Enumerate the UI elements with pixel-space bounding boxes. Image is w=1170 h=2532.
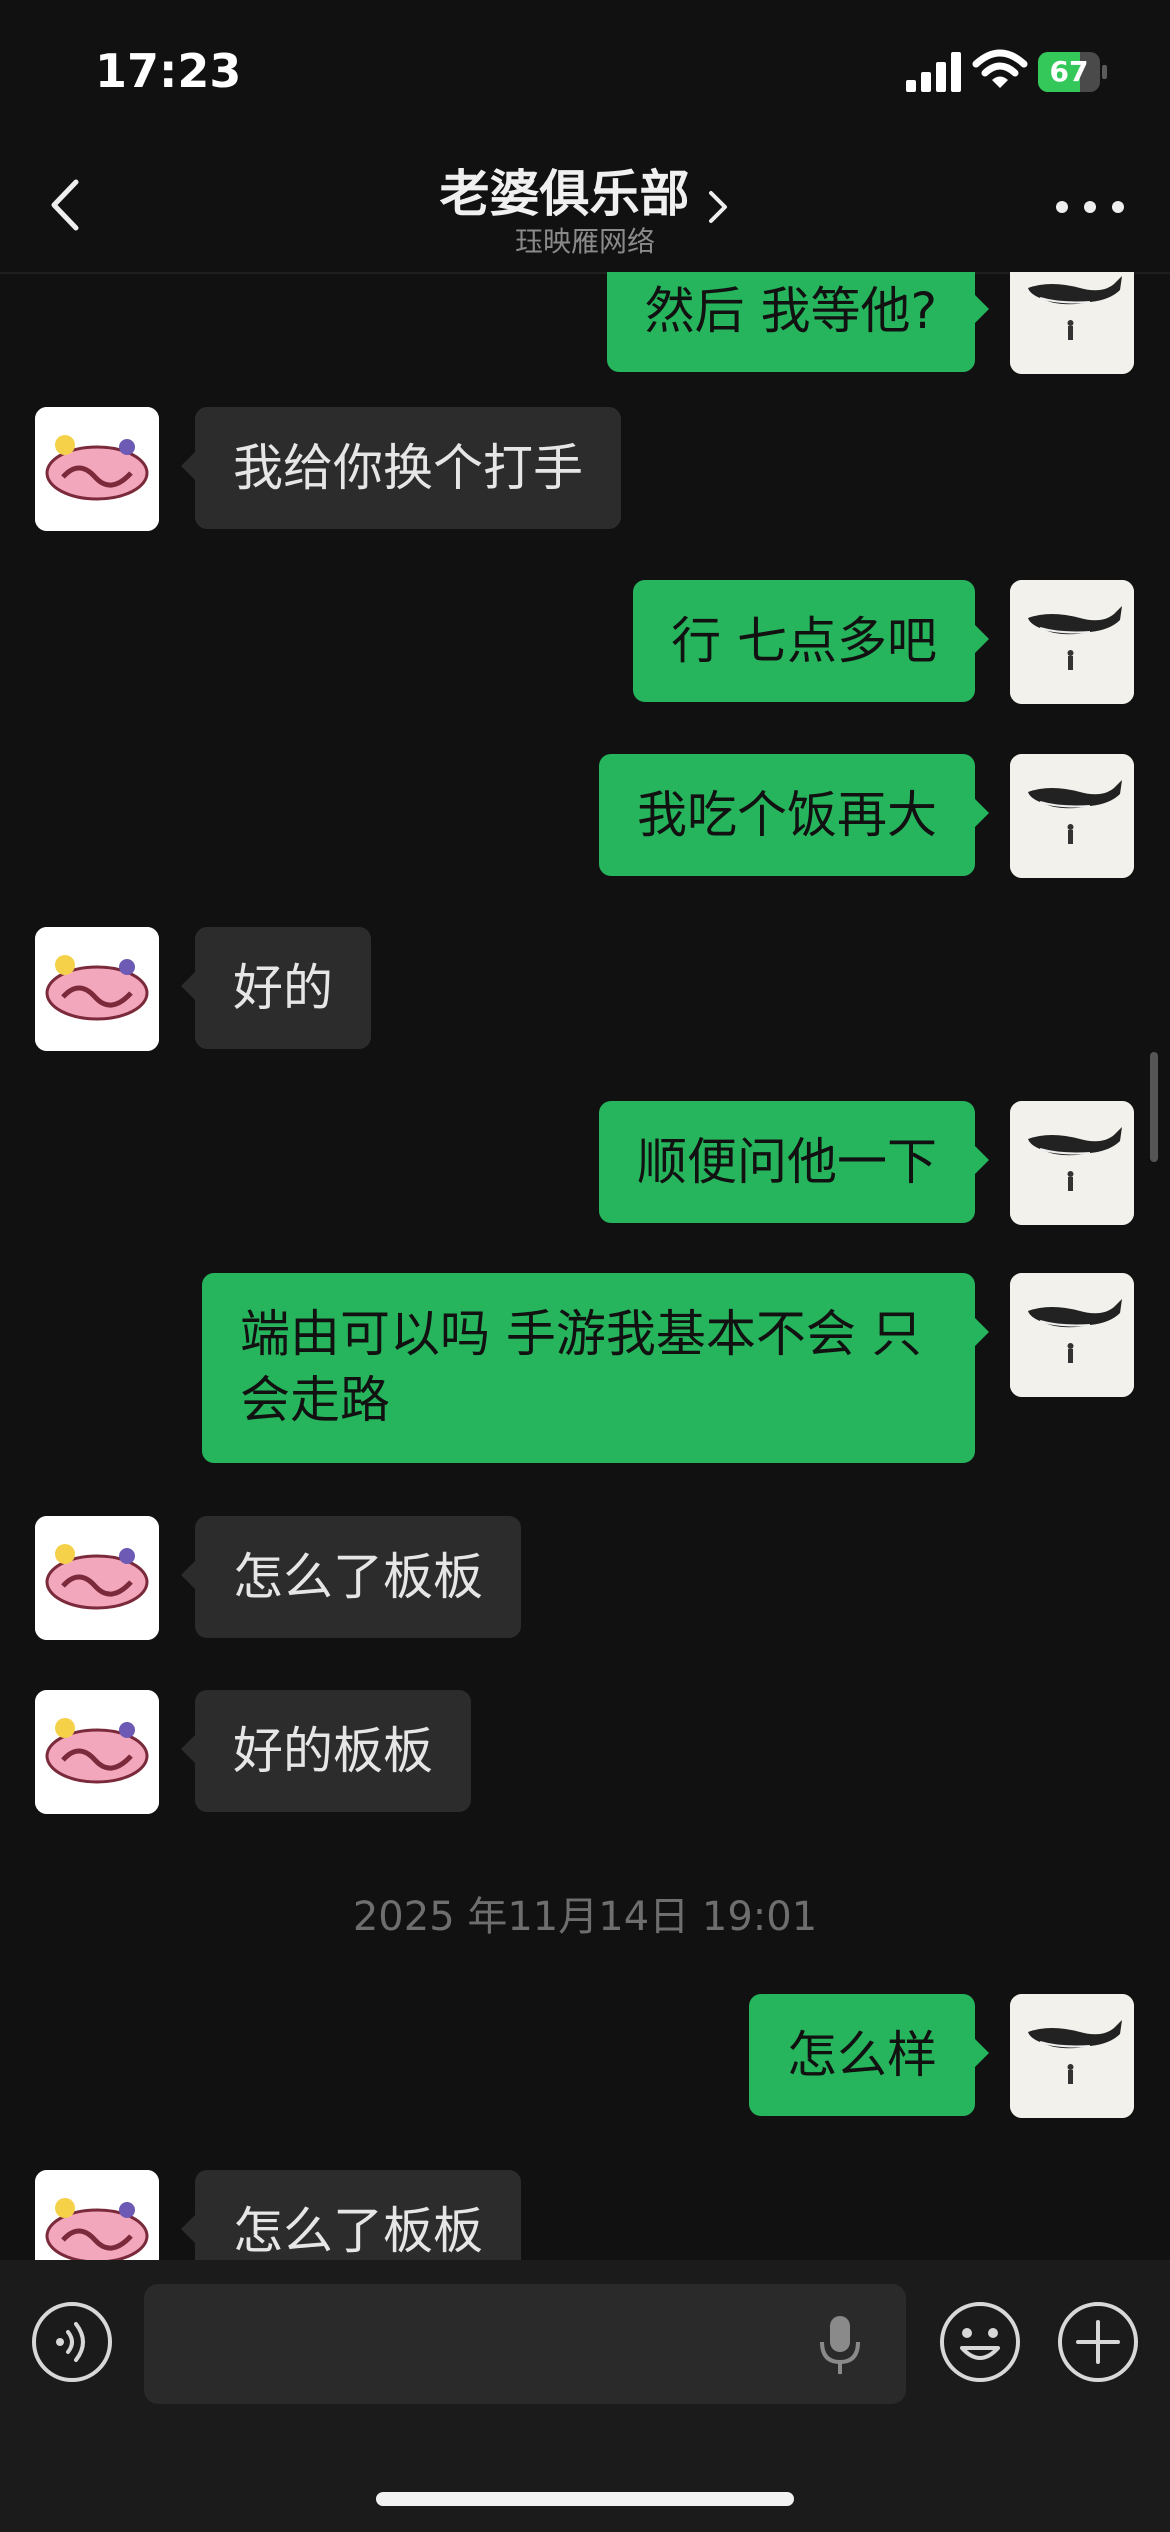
outgoing-message-bubble[interactable]: 怎么样 [749,1994,989,2116]
input-bar [0,2260,1170,2532]
outgoing-message-bubble[interactable]: 端由可以吗 手游我基本不会 只会走路 [202,1273,989,1463]
incoming-message-bubble[interactable]: 我给你换个打手 [181,407,621,529]
contact-avatar[interactable] [35,927,159,1051]
incoming-message-bubble[interactable]: 怎么了板板 [181,2170,521,2260]
incoming-message-bubble[interactable]: 好的板板 [181,1690,471,1812]
my-avatar[interactable] [1010,580,1134,704]
signal-icon [906,52,961,92]
battery-body: 67 [1038,52,1100,92]
chat-title-wrap[interactable]: 老婆俱乐部 [0,154,1170,227]
status-time: 17:23 [95,44,242,98]
battery-percent: 67 [1049,55,1089,88]
outgoing-message-bubble[interactable]: 然后 我等他? [606,272,990,372]
battery-charging-icon: 67 [1038,52,1108,92]
voice-icon[interactable] [30,2300,114,2384]
my-avatar[interactable] [1010,1273,1134,1397]
contact-avatar[interactable] [35,1690,159,1814]
more-icon[interactable] [1050,192,1130,222]
mic-icon[interactable] [812,2312,868,2378]
contact-avatar[interactable] [35,407,159,531]
scroll-indicator[interactable] [1150,1052,1158,1162]
chat-header: 老婆俱乐部 珏映雁网络 [0,140,1170,274]
status-bar: 17:23 67 [0,0,1170,140]
wifi-icon [972,49,1028,88]
outgoing-message-bubble[interactable]: 顺便问他一下 [599,1101,989,1223]
message-list[interactable]: 然后 我等他? 我给你换个打手行 七点多吧我吃个饭再大好的顺便问他一下端由可以吗 … [0,272,1170,2260]
chat-title[interactable]: 老婆俱乐部 [439,165,689,223]
contact-avatar[interactable] [35,1516,159,1640]
incoming-message-bubble[interactable]: 怎么了板板 [181,1516,521,1638]
plus-icon[interactable] [1056,2300,1140,2384]
emoji-icon[interactable] [938,2300,1022,2384]
incoming-message-bubble[interactable]: 好的 [181,927,371,1049]
my-avatar[interactable] [1010,1994,1134,2118]
my-avatar[interactable] [1010,272,1134,374]
outgoing-message-bubble[interactable]: 我吃个饭再大 [599,754,989,876]
my-avatar[interactable] [1010,1101,1134,1225]
timestamp: 2025 年11月14日 19:01 [352,1894,818,1940]
home-indicator[interactable] [376,2492,794,2506]
message-input[interactable] [144,2284,906,2404]
contact-avatar[interactable] [35,2170,159,2260]
my-avatar[interactable] [1010,754,1134,878]
chat-subtitle: 珏映雁网络 [514,225,655,258]
battery-cap [1102,65,1107,79]
outgoing-message-bubble[interactable]: 行 七点多吧 [633,580,989,702]
